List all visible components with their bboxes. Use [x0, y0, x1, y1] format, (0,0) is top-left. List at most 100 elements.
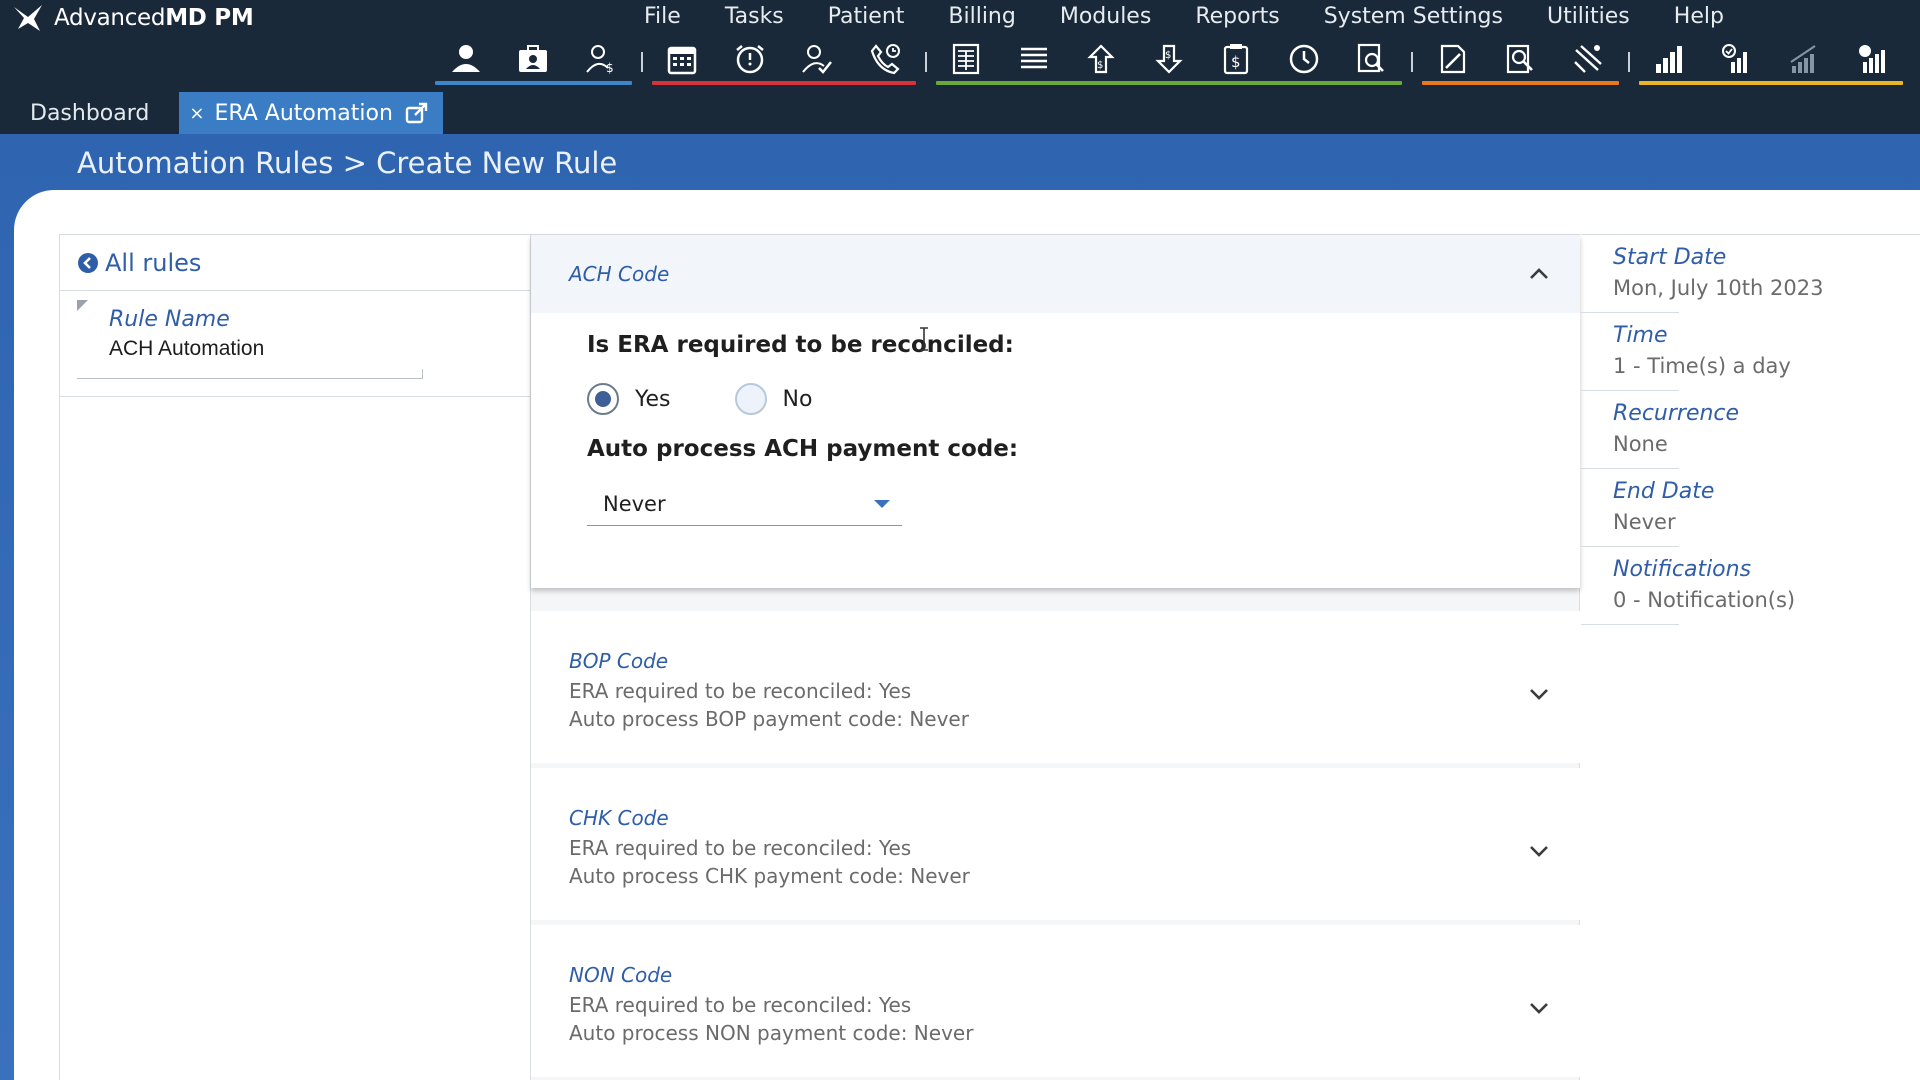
bop-code-card[interactable]: BOP Code ERA required to be reconciled: …: [531, 611, 1580, 763]
menu-utilities[interactable]: Utilities: [1525, 0, 1652, 34]
toolbar-separator: [1411, 52, 1413, 72]
patient-info-icon[interactable]: [500, 38, 568, 86]
external-link-icon[interactable]: [405, 102, 429, 124]
trend-chart-icon[interactable]: [1771, 38, 1839, 86]
start-date-field[interactable]: Start Date Mon, July 10th 2023: [1581, 235, 1920, 313]
end-date-field[interactable]: End Date Never: [1581, 469, 1920, 547]
bop-reconcile-summary: ERA required to be reconciled: Yes: [569, 679, 912, 703]
svg-text:$: $: [1165, 50, 1171, 61]
bop-code-title: BOP Code: [569, 649, 669, 673]
schedule-panel: Start Date Mon, July 10th 2023 Time 1 - …: [1581, 234, 1920, 1080]
menu-help[interactable]: Help: [1652, 0, 1746, 34]
toolbar-group-patient: $: [432, 38, 635, 86]
chk-reconcile-summary: ERA required to be reconciled: Yes: [569, 836, 912, 860]
recurrence-label: Recurrence: [1613, 401, 1740, 426]
tab-era-automation[interactable]: × ERA Automation: [179, 92, 443, 134]
sign-document-icon[interactable]: [1419, 38, 1487, 86]
reconcile-no-radio[interactable]: No: [734, 383, 812, 415]
menu-patient[interactable]: Patient: [806, 0, 927, 34]
time-label: Time: [1613, 323, 1668, 348]
upload-charge-icon[interactable]: $: [1068, 38, 1136, 86]
toolbar-group-documents: [1419, 38, 1622, 86]
end-date-value: Never: [1613, 510, 1676, 534]
patient-billing-icon[interactable]: $: [567, 38, 635, 86]
document-search-icon[interactable]: [1338, 38, 1406, 86]
ach-code-header[interactable]: ACH Code: [531, 235, 1580, 313]
ledger-icon[interactable]: [933, 38, 1001, 86]
scan-tool-icon[interactable]: [1554, 38, 1622, 86]
rule-name-label: Rule Name: [109, 307, 230, 332]
auto-process-value: Never: [603, 491, 666, 516]
auto-process-question: Auto process ACH payment code:: [587, 436, 1019, 462]
toolbar-group-reports: [1636, 38, 1906, 86]
hummingbird-logo-icon: [14, 5, 42, 31]
menu-modules[interactable]: Modules: [1038, 0, 1173, 34]
review-search-icon[interactable]: [1487, 38, 1555, 86]
toolbar-separator: [1627, 52, 1630, 72]
breadcrumb: Automation Rules > Create New Rule: [77, 146, 618, 180]
time-field[interactable]: Time 1 - Time(s) a day: [1581, 313, 1920, 391]
list-icon[interactable]: [1000, 38, 1068, 86]
phone-icon[interactable]: [851, 38, 919, 86]
non-auto-summary: Auto process NON payment code: Never: [569, 1021, 974, 1045]
notifications-value: 0 - Notification(s): [1613, 588, 1796, 612]
non-reconcile-summary: ERA required to be reconciled: Yes: [569, 993, 912, 1017]
chevron-up-icon[interactable]: [1528, 267, 1550, 281]
svg-text:$: $: [606, 61, 614, 75]
reconcile-yes-radio[interactable]: Yes: [587, 383, 671, 415]
svg-text:$: $: [1231, 53, 1241, 71]
chk-code-title: CHK Code: [569, 806, 669, 830]
icon-toolbar: $ $ $ $: [432, 38, 1906, 86]
menu-tasks[interactable]: Tasks: [703, 0, 806, 34]
radio-selected-icon: [587, 383, 619, 415]
rule-name-field[interactable]: Rule Name ACH Automation: [60, 291, 531, 397]
toolbar-group-scheduling: [649, 38, 919, 86]
start-date-label: Start Date: [1613, 245, 1727, 270]
toolbar-separator: [924, 52, 927, 72]
ach-code-title: ACH Code: [569, 262, 670, 286]
calendar-icon[interactable]: [649, 38, 717, 86]
close-tab-icon[interactable]: ×: [189, 103, 204, 124]
toolbar-separator: [640, 52, 643, 72]
menu-reports[interactable]: Reports: [1173, 0, 1301, 34]
rule-name-underline: [77, 369, 423, 379]
tab-label: ERA Automation: [214, 100, 393, 126]
auto-process-select[interactable]: Never: [587, 482, 902, 526]
brand-product: MD PM: [165, 5, 254, 31]
svg-text:$: $: [1097, 60, 1103, 71]
end-date-label: End Date: [1613, 479, 1715, 504]
chevron-down-icon[interactable]: [1528, 844, 1550, 858]
menu-file[interactable]: File: [622, 0, 703, 34]
user-check-icon[interactable]: [784, 38, 852, 86]
chart-report-icon[interactable]: [1838, 38, 1906, 86]
menu-billing[interactable]: Billing: [926, 0, 1037, 34]
alarm-clock-icon[interactable]: [716, 38, 784, 86]
reconcile-radio-group: Yes No: [587, 383, 876, 415]
notifications-label: Notifications: [1613, 557, 1752, 582]
chevron-down-icon[interactable]: [1528, 687, 1550, 701]
menu-system-settings[interactable]: System Settings: [1302, 0, 1525, 34]
chevron-down-icon[interactable]: [1528, 1001, 1550, 1015]
app-brand: Advanced MD PM: [12, 2, 254, 34]
notifications-field[interactable]: Notifications 0 - Notification(s): [1581, 547, 1920, 625]
bar-chart-icon[interactable]: [1636, 38, 1704, 86]
non-code-card[interactable]: NON Code ERA required to be reconciled: …: [531, 925, 1580, 1077]
ach-code-panel: ACH Code Is ERA required to be reconcile…: [531, 235, 1580, 588]
radio-yes-label: Yes: [635, 386, 671, 412]
chart-check-icon[interactable]: [1703, 38, 1771, 86]
clock-icon[interactable]: [1270, 38, 1338, 86]
recurrence-value: None: [1613, 432, 1668, 456]
all-rules-link[interactable]: All rules: [60, 235, 531, 291]
toolbar-group-billing: $ $ $: [933, 38, 1406, 86]
text-cursor-icon: [920, 327, 928, 351]
recurrence-field[interactable]: Recurrence None: [1581, 391, 1920, 469]
bill-statement-icon[interactable]: $: [1203, 38, 1271, 86]
divider: [1581, 624, 1679, 625]
patient-icon[interactable]: [432, 38, 500, 86]
main-menu: File Tasks Patient Billing Modules Repor…: [622, 0, 1746, 34]
tab-label: Dashboard: [30, 100, 150, 126]
tab-dashboard[interactable]: Dashboard: [0, 92, 179, 134]
payment-hand-icon[interactable]: $: [1135, 38, 1203, 86]
rule-name-value[interactable]: ACH Automation: [109, 337, 264, 361]
chk-code-card[interactable]: CHK Code ERA required to be reconciled: …: [531, 768, 1580, 920]
